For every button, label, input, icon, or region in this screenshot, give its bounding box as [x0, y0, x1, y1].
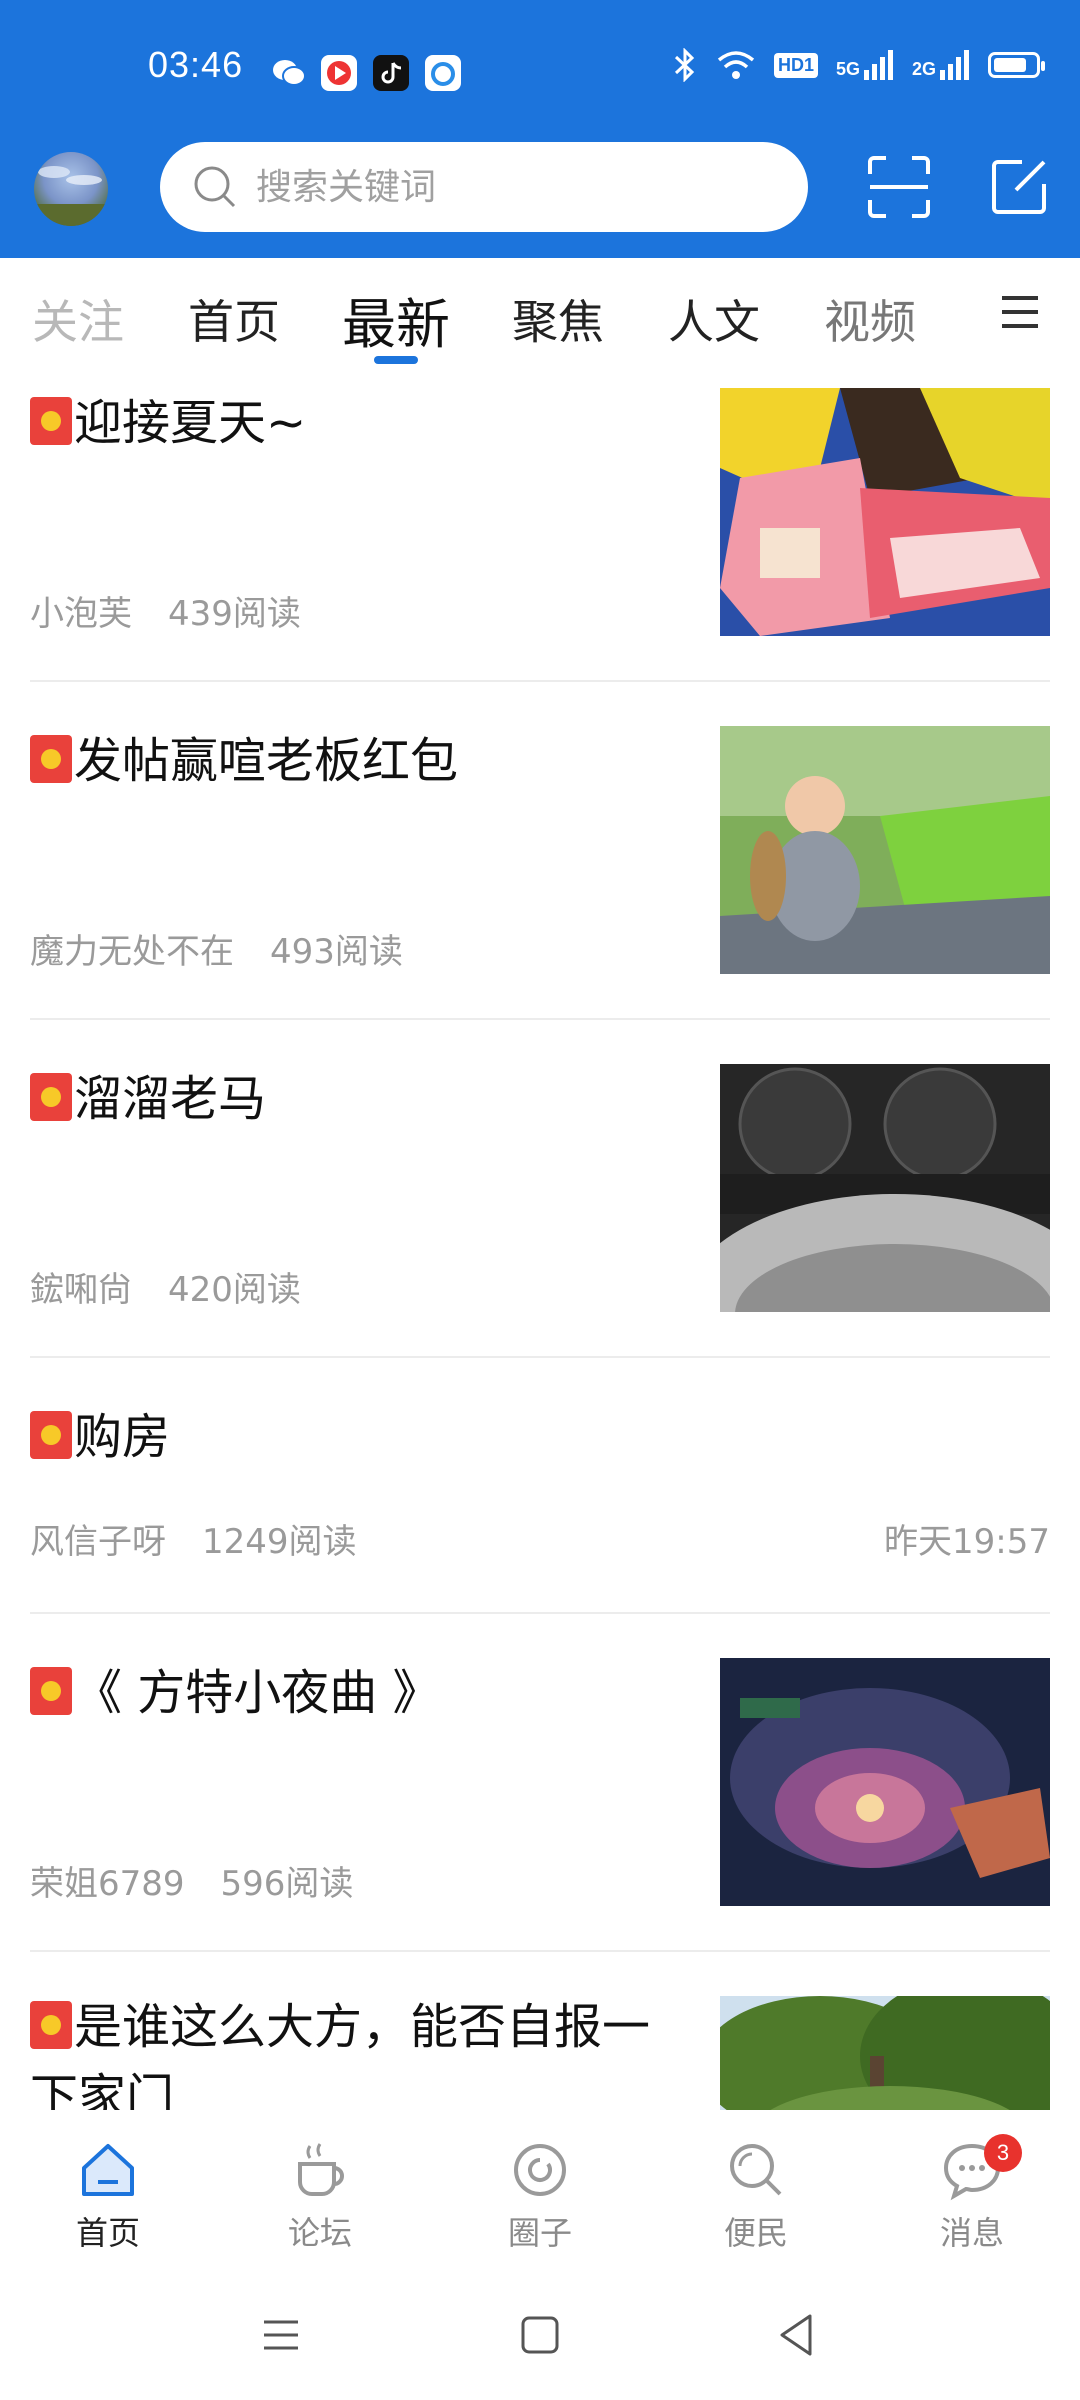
tab-indicator: [374, 356, 418, 364]
signal-5g: 5G: [836, 50, 894, 80]
hot-flag-icon: [30, 2001, 72, 2049]
hot-flag-icon: [30, 1667, 72, 1715]
nav-forum[interactable]: 论坛: [260, 2138, 380, 2254]
status-icons: HD1 5G 2G: [672, 48, 1045, 82]
post-author: 荣姐6789: [30, 1864, 185, 1904]
menu-icon[interactable]: [1000, 292, 1040, 332]
post-author: 鋐啝尙: [30, 1270, 132, 1310]
post-time: 昨天19:57: [884, 1522, 1050, 1562]
compose-icon: [992, 160, 1046, 214]
post-reads: 1249阅读: [202, 1522, 357, 1562]
post-meta: 鋐啝尙 420阅读: [30, 1262, 301, 1311]
video-app-icon: [321, 55, 357, 91]
post-reads: 420阅读: [168, 1270, 301, 1310]
divider: [30, 1018, 1050, 1020]
wechat-icon: [273, 60, 306, 86]
divider: [30, 1612, 1050, 1614]
nav-home[interactable]: 首页: [48, 2138, 168, 2254]
search-bar[interactable]: [160, 142, 808, 232]
hot-flag-icon: [30, 1411, 72, 1459]
status-bar: 03:46 HD1 5G 2G: [0, 0, 1080, 140]
tab-latest[interactable]: 最新: [342, 280, 450, 359]
post-thumbnail[interactable]: [720, 1064, 1050, 1312]
list-item[interactable]: 《 方特小夜曲 》 荣姐6789 596阅读: [30, 1646, 1050, 1952]
divider: [30, 1356, 1050, 1358]
compose-button[interactable]: [984, 152, 1054, 222]
home-icon: [82, 2144, 134, 2196]
hot-flag-icon: [30, 1073, 72, 1121]
post-thumbnail[interactable]: [720, 1996, 1050, 2110]
bluetooth-icon: [674, 48, 695, 82]
status-time: 03:46: [148, 44, 244, 85]
post-author: 风信子呀: [30, 1522, 166, 1562]
nav-home-label: 首页: [75, 2214, 140, 2252]
message-count-badge: 3: [984, 2134, 1022, 2172]
hot-flag-icon: [30, 397, 72, 445]
nav-circle-label: 圈子: [507, 2214, 572, 2252]
post-title[interactable]: 溜溜老马: [30, 1064, 670, 1134]
list-item[interactable]: 溜溜老马 鋐啝尙 420阅读: [30, 1052, 1050, 1358]
post-reads: 439阅读: [168, 594, 301, 634]
avatar[interactable]: [34, 152, 108, 226]
post-title[interactable]: 《 方特小夜曲 》: [30, 1658, 670, 1728]
post-title[interactable]: 迎接夏天~: [30, 388, 670, 458]
nav-messages[interactable]: 3 消息: [912, 2134, 1032, 2254]
divider: [30, 1950, 1050, 1952]
post-meta: 荣姐6789 596阅读: [30, 1856, 353, 1905]
recents-button[interactable]: [256, 2310, 306, 2360]
scan-icon: [868, 156, 930, 218]
post-reads: 493阅读: [270, 932, 403, 972]
circle-icon: [514, 2144, 566, 2196]
tiktok-icon: [373, 55, 409, 91]
nav-services-label: 便民: [723, 2214, 788, 2252]
battery-icon: [988, 52, 1045, 78]
post-thumbnail[interactable]: [720, 1658, 1050, 1906]
divider: [30, 680, 1050, 682]
tab-home[interactable]: 首页: [188, 286, 280, 352]
post-thumbnail[interactable]: [720, 388, 1050, 636]
nav-services[interactable]: 便民: [696, 2138, 816, 2254]
post-title[interactable]: 发帖赢喧老板红包: [30, 726, 670, 796]
post-author: 魔力无处不在: [30, 932, 234, 972]
tab-video[interactable]: 视频: [824, 286, 916, 352]
post-meta: 魔力无处不在 493阅读: [30, 924, 403, 973]
post-title[interactable]: 购房: [30, 1402, 670, 1472]
post-reads: 596阅读: [220, 1864, 354, 1904]
post-thumbnail[interactable]: [720, 726, 1050, 974]
list-item[interactable]: 是谁这么大方，能否自报一下家门: [30, 1984, 1050, 2110]
hd-badge: HD1: [773, 52, 818, 78]
nav-circle[interactable]: 圈子: [480, 2138, 600, 2254]
tab-focus[interactable]: 聚焦: [512, 286, 604, 352]
browser-icon: [425, 55, 461, 91]
scan-button[interactable]: [864, 152, 934, 222]
search-input[interactable]: [254, 165, 758, 209]
list-item[interactable]: 购房 风信子呀 1249阅读 昨天19:57: [30, 1390, 1050, 1614]
back-button[interactable]: [772, 2310, 822, 2360]
post-meta: 风信子呀 1249阅读: [30, 1514, 357, 1563]
home-button[interactable]: [515, 2310, 565, 2360]
nav-forum-label: 论坛: [287, 2214, 352, 2252]
wifi-icon: [717, 51, 755, 79]
list-item[interactable]: 发帖赢喧老板红包 魔力无处不在 493阅读: [30, 714, 1050, 1020]
tab-culture[interactable]: 人文: [668, 286, 760, 352]
search-icon: [730, 2144, 782, 2196]
hot-flag-icon: [30, 735, 72, 783]
list-item[interactable]: 迎接夏天~ 小泡芙 439阅读: [30, 376, 1050, 682]
coffee-icon: [298, 2143, 344, 2196]
feed-list: 迎接夏天~ 小泡芙 439阅读 发帖赢喧老板红包 魔力无处不在 493阅读 溜溜…: [0, 376, 1080, 2110]
search-icon: [194, 166, 236, 208]
post-meta: 小泡芙 439阅读: [30, 586, 301, 635]
nav-messages-label: 消息: [939, 2214, 1004, 2252]
signal-2g: 2G: [912, 50, 970, 80]
post-author: 小泡芙: [30, 594, 132, 634]
tab-follow[interactable]: 关注: [32, 286, 124, 352]
post-title[interactable]: 是谁这么大方，能否自报一下家门: [30, 1992, 670, 2110]
